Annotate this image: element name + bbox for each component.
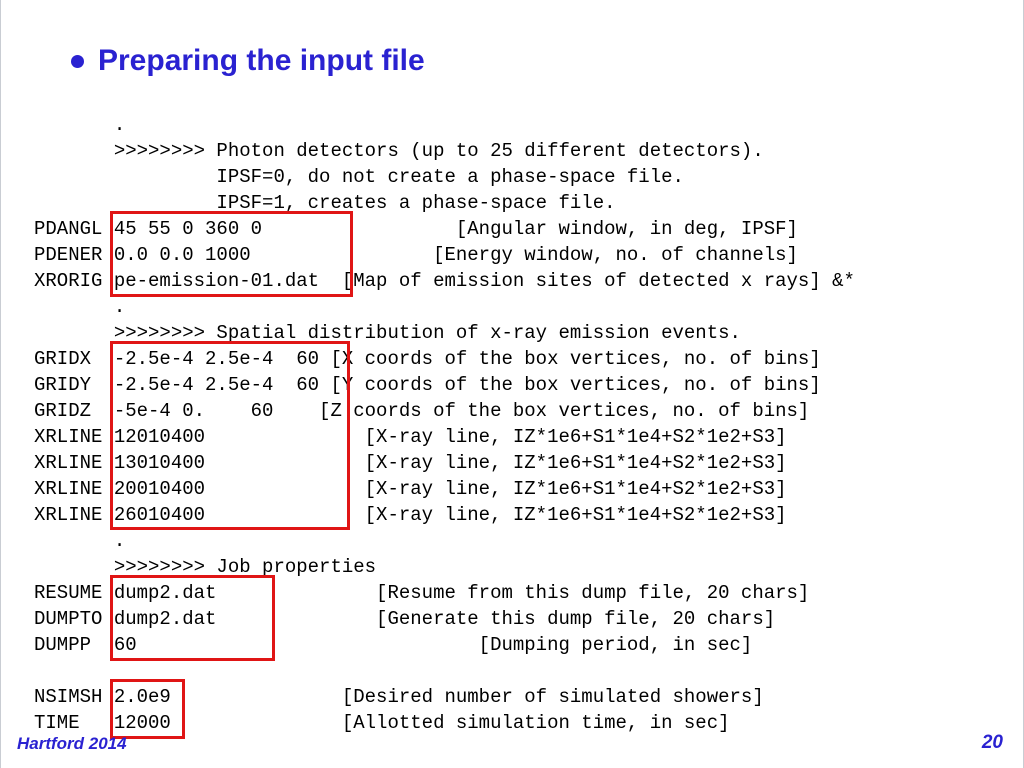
code-line: .	[34, 296, 125, 318]
footer-left: Hartford 2014	[17, 734, 127, 754]
title-row: Preparing the input file	[71, 44, 425, 78]
highlight-sim-time	[110, 679, 185, 739]
slide: Preparing the input file . >>>>>>>> Phot…	[0, 0, 1024, 768]
highlight-detector-params	[110, 211, 353, 297]
code-line: .	[34, 114, 125, 136]
code-line: >>>>>>>> Photon detectors (up to 25 diff…	[34, 140, 764, 162]
code-line: .	[34, 530, 125, 552]
highlight-job-dump	[110, 575, 275, 661]
footer-page-number: 20	[982, 732, 1003, 754]
code-line: IPSF=0, do not create a phase-space file…	[34, 166, 684, 188]
slide-title: Preparing the input file	[98, 44, 425, 78]
highlight-spatial-grid	[110, 341, 350, 530]
bullet-icon	[71, 55, 84, 68]
